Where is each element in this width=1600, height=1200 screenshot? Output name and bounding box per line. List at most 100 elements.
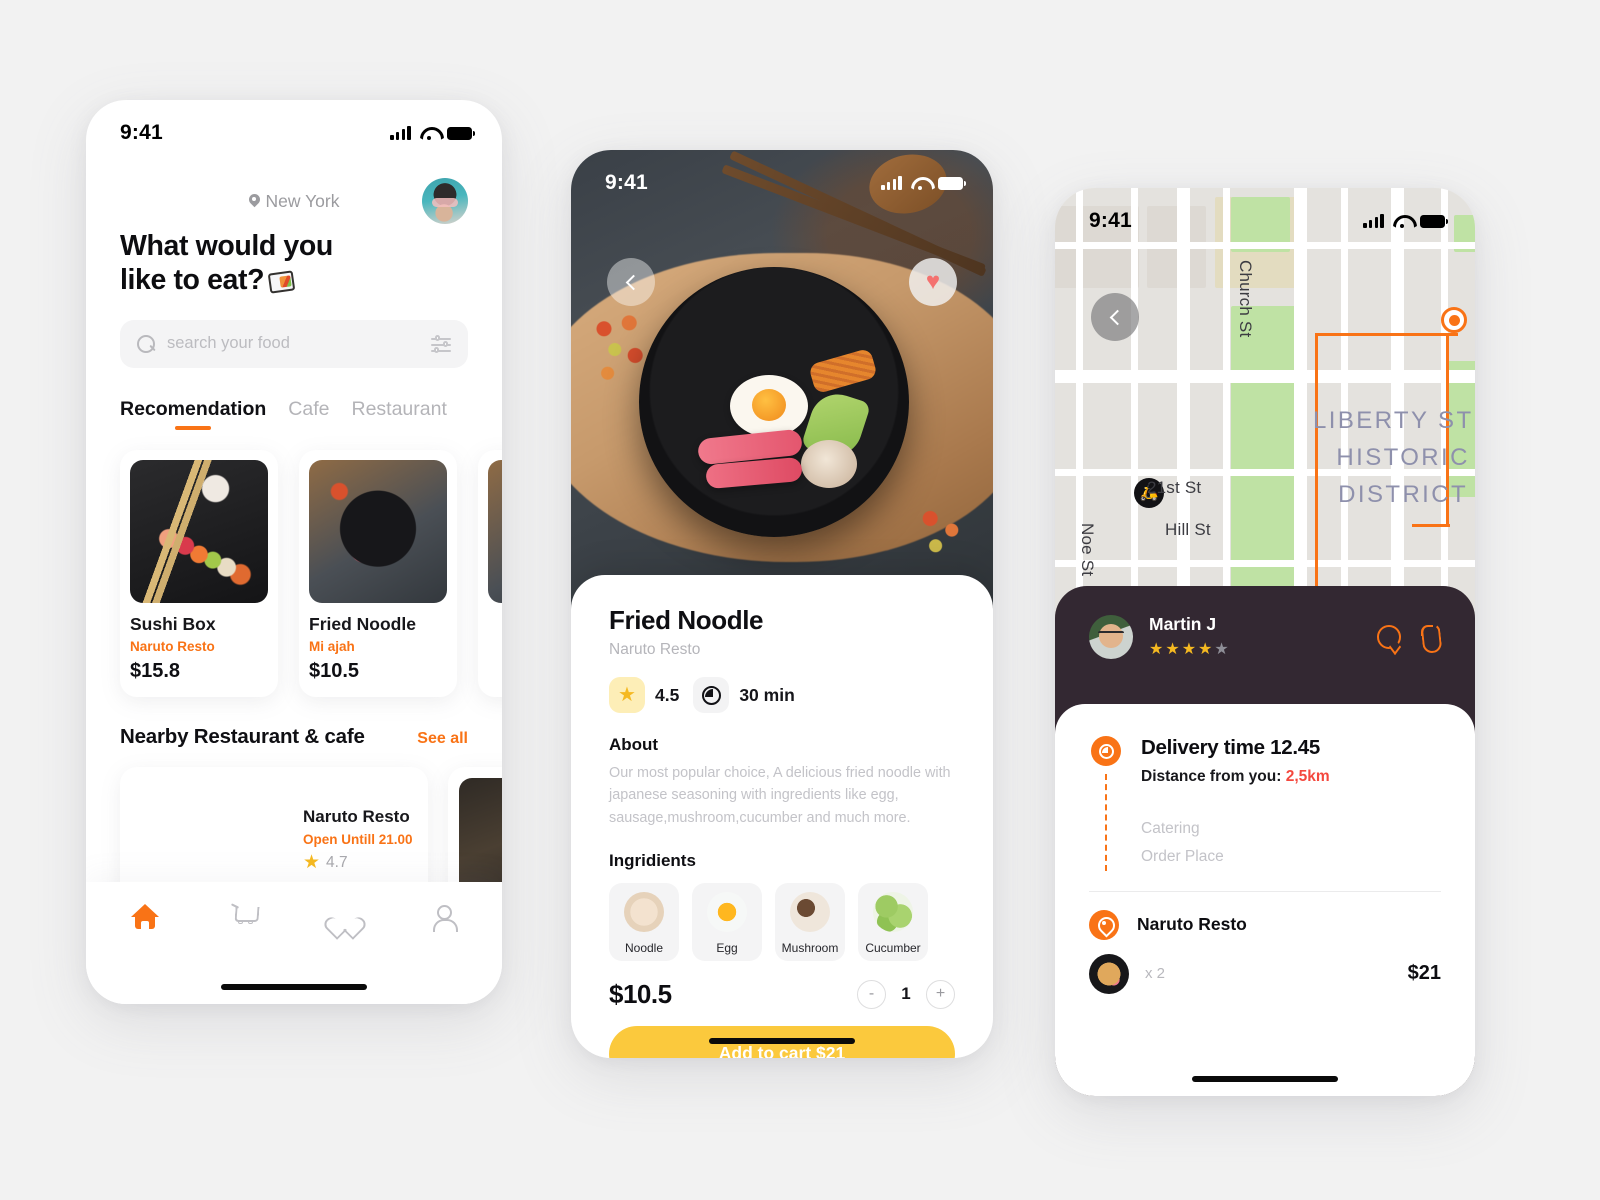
duration-value: 30 min (739, 684, 795, 705)
location-label: New York (265, 190, 340, 211)
ingredient-chip[interactable]: Noodle (609, 882, 679, 961)
status-icons (1363, 214, 1449, 228)
page-title: What would you like to eat? (120, 230, 468, 298)
phone-detail-screen: 9:41 ♥ Fried Noodle Naruto Resto ★ 4.5 3… (571, 150, 993, 1058)
street-label-noe: Noe St (1078, 523, 1097, 577)
distance-label: Distance from you: (1141, 768, 1282, 785)
rating-value: 4.7 (326, 853, 348, 871)
home-icon[interactable] (130, 902, 160, 932)
food-card[interactable]: Sushi Box Naruto Resto $15.8 (120, 449, 278, 697)
half-star-icon: ★ (1214, 641, 1231, 658)
increment-button[interactable]: + (926, 979, 955, 1009)
about-text: Our most popular choice, A delicious fri… (609, 765, 951, 826)
street-label-21st: 21st St (1147, 478, 1202, 497)
street-label-church: Church St (1236, 260, 1255, 338)
signal-icon (1363, 214, 1384, 228)
location-pin-icon (1089, 909, 1119, 940)
status-icons (390, 126, 476, 140)
status-icons (881, 176, 967, 190)
battery-icon (1420, 214, 1449, 228)
detail-sheet: Fried Noodle Naruto Resto ★ 4.5 30 min A… (571, 575, 993, 1058)
ingredient-label: Mushroom (781, 940, 839, 955)
driver-name: Martin J (1149, 614, 1217, 634)
wifi-icon (1393, 214, 1411, 228)
ingredient-label: Egg (716, 940, 738, 955)
star-icon: ★ (303, 852, 321, 874)
order-sheet: Delivery time 12.45 Distance from you: 2… (1055, 704, 1475, 1096)
back-button[interactable] (607, 258, 655, 306)
delivery-route (1412, 523, 1450, 527)
duration-badge: 30 min (693, 677, 795, 713)
order-restaurant-name: Naruto Resto (1137, 914, 1247, 935)
ingredient-chip[interactable]: Cucumber (858, 882, 928, 961)
location-selector[interactable]: New York (249, 190, 340, 212)
search-input[interactable]: search your food (120, 319, 468, 368)
phone-icon[interactable] (1419, 624, 1441, 650)
food-card-resto: Naruto Resto (130, 638, 215, 654)
restaurant-hours: Open Untill 21.00 (303, 832, 413, 848)
food-card-list: Sushi Box Naruto Resto $15.8 Fried Noodl… (120, 449, 502, 697)
ingredient-chip[interactable]: Egg (692, 882, 762, 961)
back-button[interactable] (1091, 293, 1139, 341)
status-time: 9:41 (605, 171, 648, 194)
nearby-title: Nearby Restaurant & cafe (120, 724, 365, 748)
phone-home-screen: 9:41 New York What would you like to eat… (86, 100, 502, 1004)
favorite-button[interactable]: ♥ (909, 258, 957, 306)
sliders-icon[interactable] (431, 335, 451, 353)
delivery-route (1315, 333, 1459, 337)
ingredient-chip[interactable]: Mushroom (775, 882, 845, 961)
delivery-time-title: Delivery time 12.45 (1141, 736, 1320, 759)
see-all-link[interactable]: See all (417, 730, 468, 748)
about-label: About (609, 735, 659, 754)
quantity-stepper: - 1 + (857, 979, 955, 1009)
heading-line2: like to eat? (120, 263, 265, 296)
tab-restaurant[interactable]: Restaurant (351, 398, 446, 430)
detail-meta: ★ 4.5 30 min (609, 677, 955, 713)
mushroom-icon (790, 891, 830, 932)
home-indicator (221, 984, 367, 990)
bento-box-icon (269, 272, 294, 292)
food-card-name: Fried Noodle (309, 613, 416, 634)
food-card-name (488, 614, 502, 635)
category-tabs: Recomendation Cafe Restaurant Stre (120, 398, 468, 430)
decrement-button[interactable]: - (857, 979, 886, 1009)
search-placeholder: search your food (167, 334, 290, 353)
distance-value: 2,5km (1285, 768, 1330, 785)
search-icon (137, 334, 155, 353)
delivery-timeline: Delivery time 12.45 Distance from you: 2… (1089, 736, 1441, 871)
rating-value: 4.5 (655, 684, 680, 705)
order-item-row: x 2 $21 (1089, 953, 1441, 994)
chat-icon[interactable] (1377, 624, 1401, 649)
food-card-resto: Mi ajah (309, 638, 355, 654)
order-item-price: $21 (1407, 962, 1441, 985)
egg-icon (707, 891, 747, 932)
ingredient-label: Noodle (624, 940, 664, 955)
distance-row: Distance from you: 2,5km (1141, 768, 1441, 786)
wifi-icon (911, 176, 929, 190)
clock-icon (1091, 736, 1121, 766)
divider (1089, 890, 1441, 892)
noodle-icon (624, 891, 664, 932)
price-row: $10.5 - 1 + (609, 979, 955, 1010)
clock-icon (693, 677, 730, 713)
step-order-place: Order Place (1141, 848, 1224, 866)
star-icons: ★★★★ (1149, 641, 1215, 658)
phone-tracking-screen: 🛵 Church St Noe St Hill St 21st St LIBER… (1055, 188, 1475, 1096)
food-card[interactable]: Fried Noodle Mi ajah $10.5 (299, 449, 457, 697)
restaurant-name: Naruto Resto (303, 807, 410, 827)
status-bar: 9:41 (1055, 188, 1475, 236)
food-photo (488, 459, 502, 603)
tab-cafe[interactable]: Cafe (288, 398, 329, 430)
step-catering: Catering (1141, 820, 1200, 837)
cart-icon[interactable] (229, 902, 259, 932)
screenshot-stage: 9:41 New York What would you like to eat… (0, 0, 1600, 1200)
avatar[interactable] (422, 178, 468, 224)
user-icon[interactable] (428, 902, 458, 932)
tab-recomendation[interactable]: Recomendation (120, 398, 266, 430)
fried-noodle-bowl-photo (571, 150, 993, 618)
driver-info: Martin J ★★★★★ (1149, 614, 1231, 659)
heart-icon[interactable] (329, 902, 359, 932)
food-card[interactable] (478, 449, 502, 697)
tracking-card: Martin J ★★★★★ Delivery time 12.45 Dista… (1055, 586, 1475, 1096)
restaurant-info: Naruto Resto Open Untill 21.00 ★ 4.7 (303, 807, 413, 872)
